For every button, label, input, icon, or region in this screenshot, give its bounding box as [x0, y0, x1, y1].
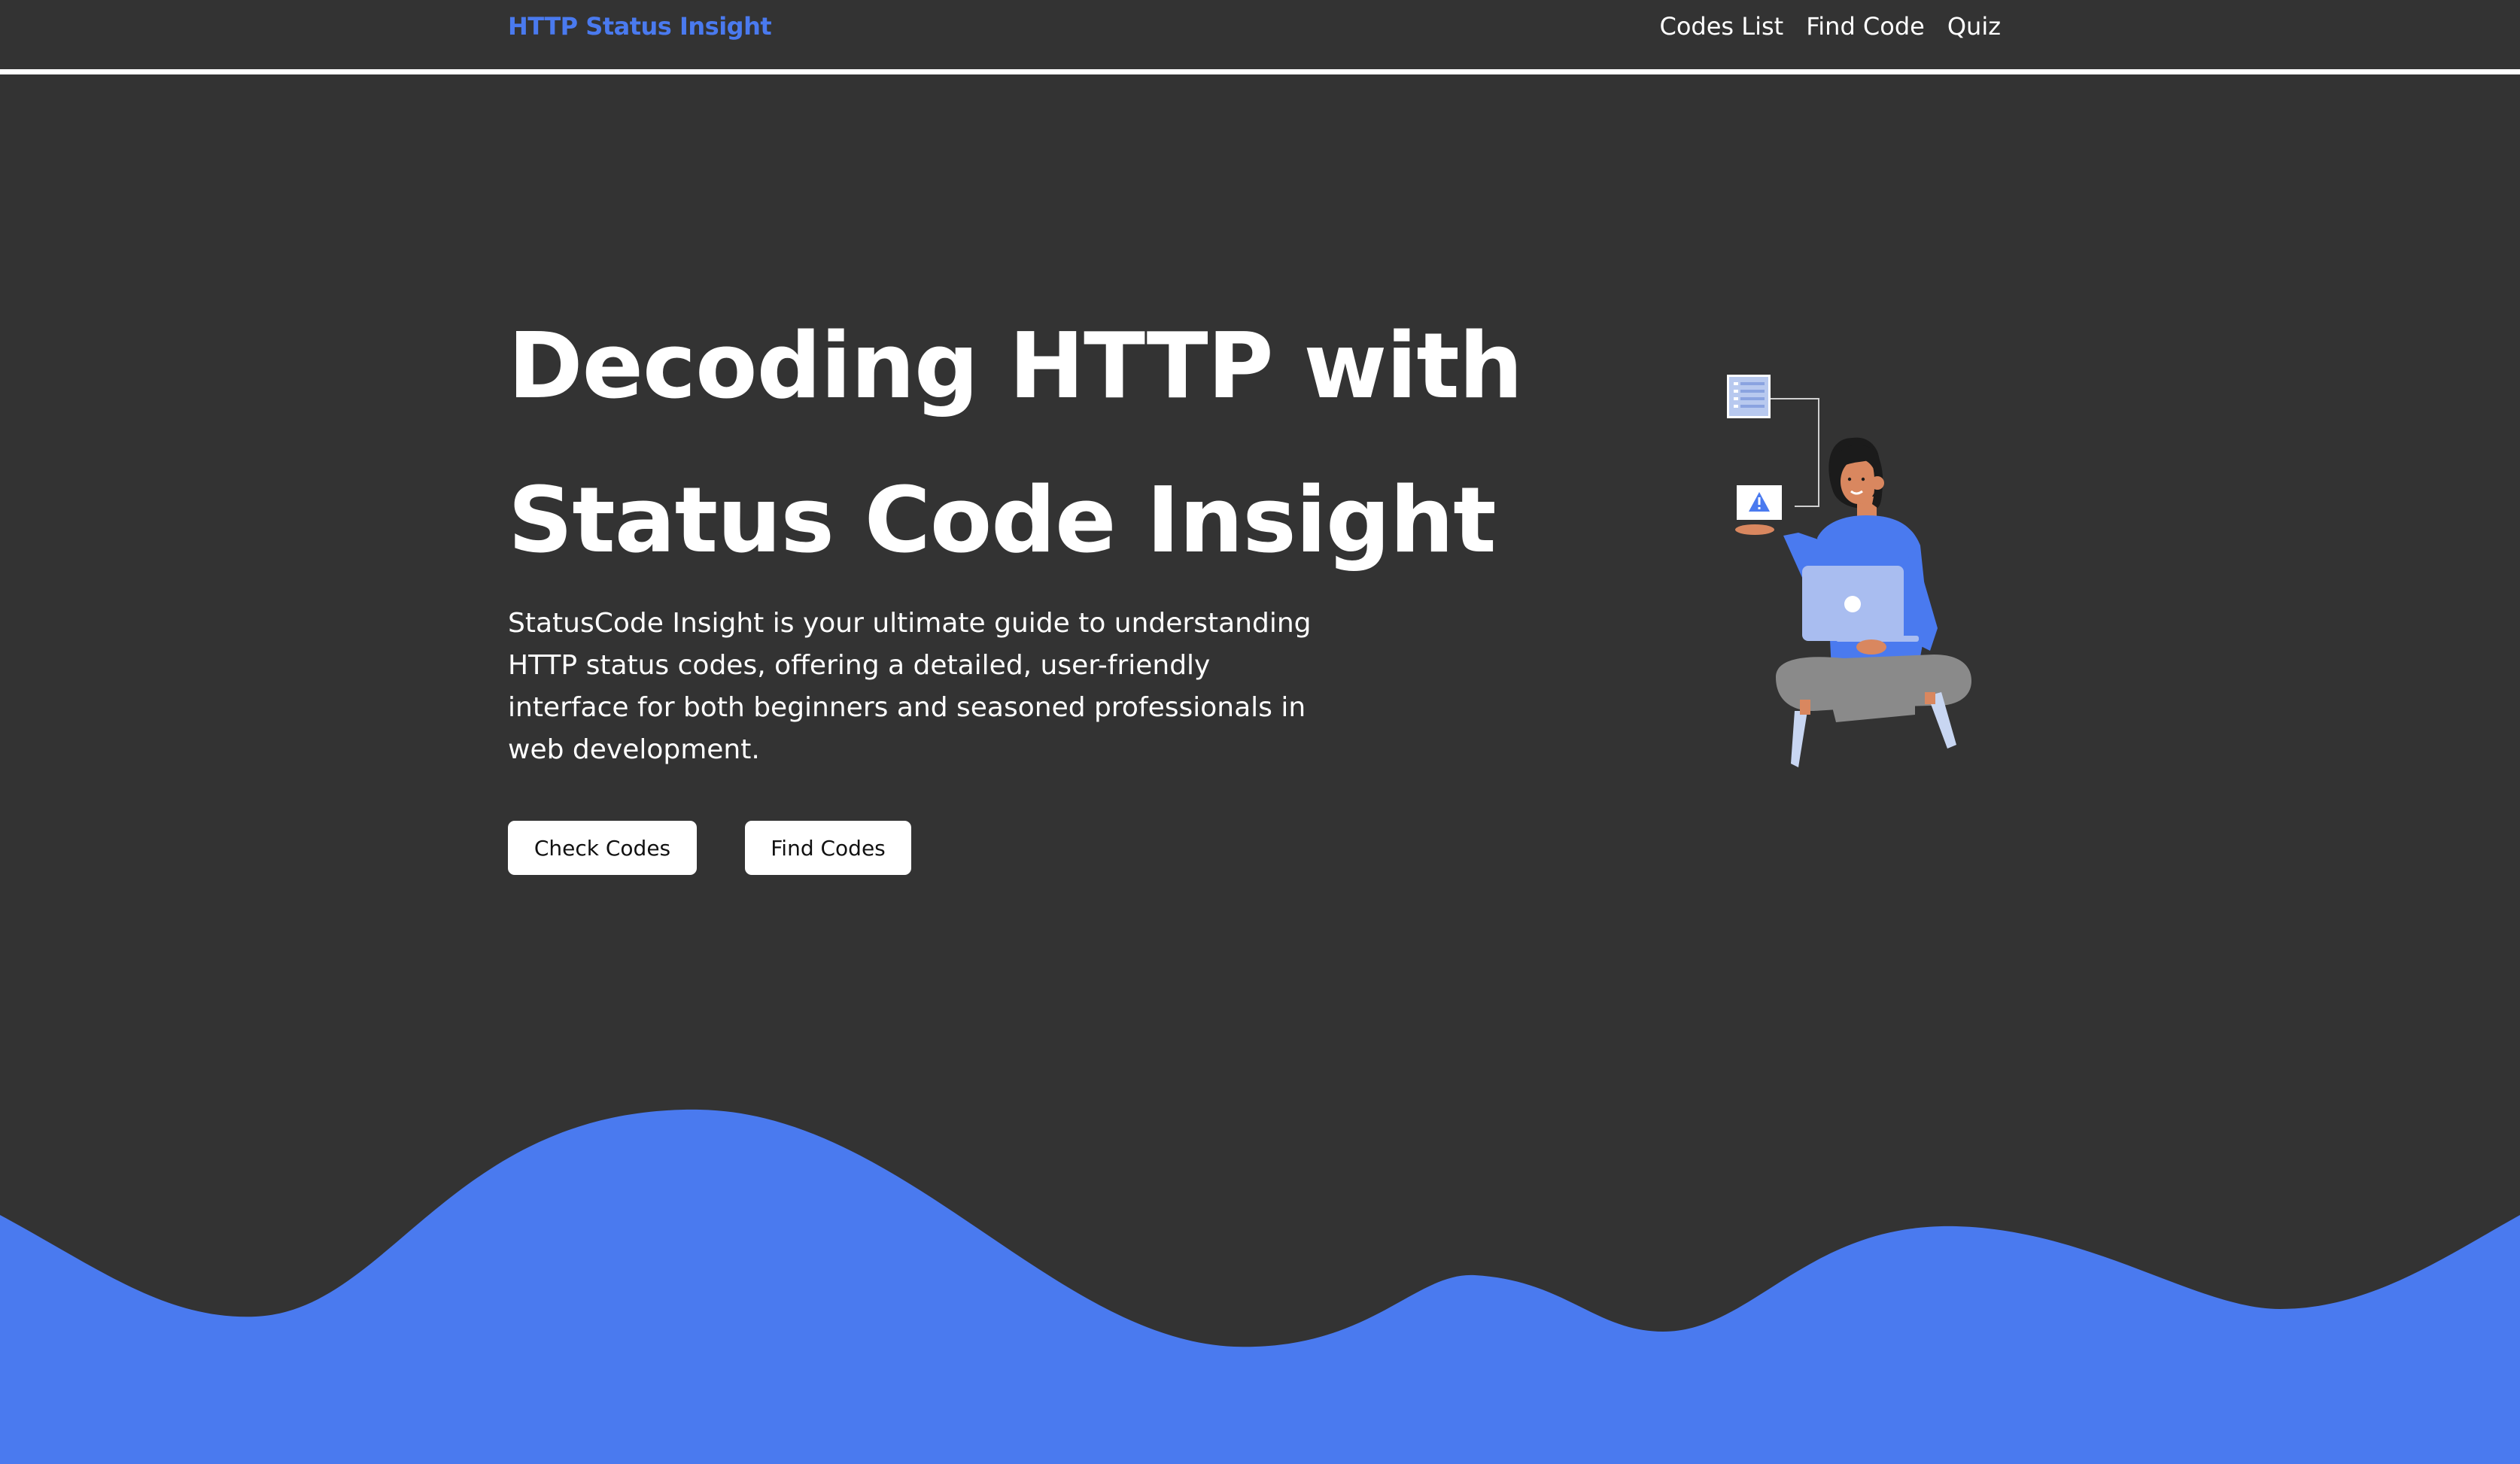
brand-logo[interactable]: HTTP Status Insight [508, 12, 772, 41]
top-navbar: HTTP Status Insight Codes List Find Code… [0, 0, 2520, 69]
hero-title-line-2: Status Code Insight [508, 469, 1497, 573]
header-divider [0, 69, 2520, 74]
hero-description: StatusCode Insight is your ultimate guid… [508, 608, 1312, 765]
warning-icon [1737, 485, 1782, 520]
hero-title: Decoding HTTP with Status Code Insight [508, 290, 1523, 598]
page: HTTP Status Insight Codes List Find Code… [0, 0, 2520, 1464]
nav-codes-list[interactable]: Codes List [1659, 12, 1783, 41]
nav-find-code[interactable]: Find Code [1806, 12, 1925, 41]
wave-decoration [0, 1109, 2520, 1464]
nav-quiz[interactable]: Quiz [1947, 12, 2001, 41]
find-codes-button[interactable]: Find Codes [745, 821, 911, 875]
main-nav: Codes List Find Code Quiz [1659, 12, 2001, 41]
check-codes-button[interactable]: Check Codes [508, 821, 697, 875]
hero-illustration [1727, 375, 1971, 767]
hero-title-line-1: Decoding HTTP with [508, 314, 1523, 419]
document-list-icon [1727, 375, 1771, 418]
